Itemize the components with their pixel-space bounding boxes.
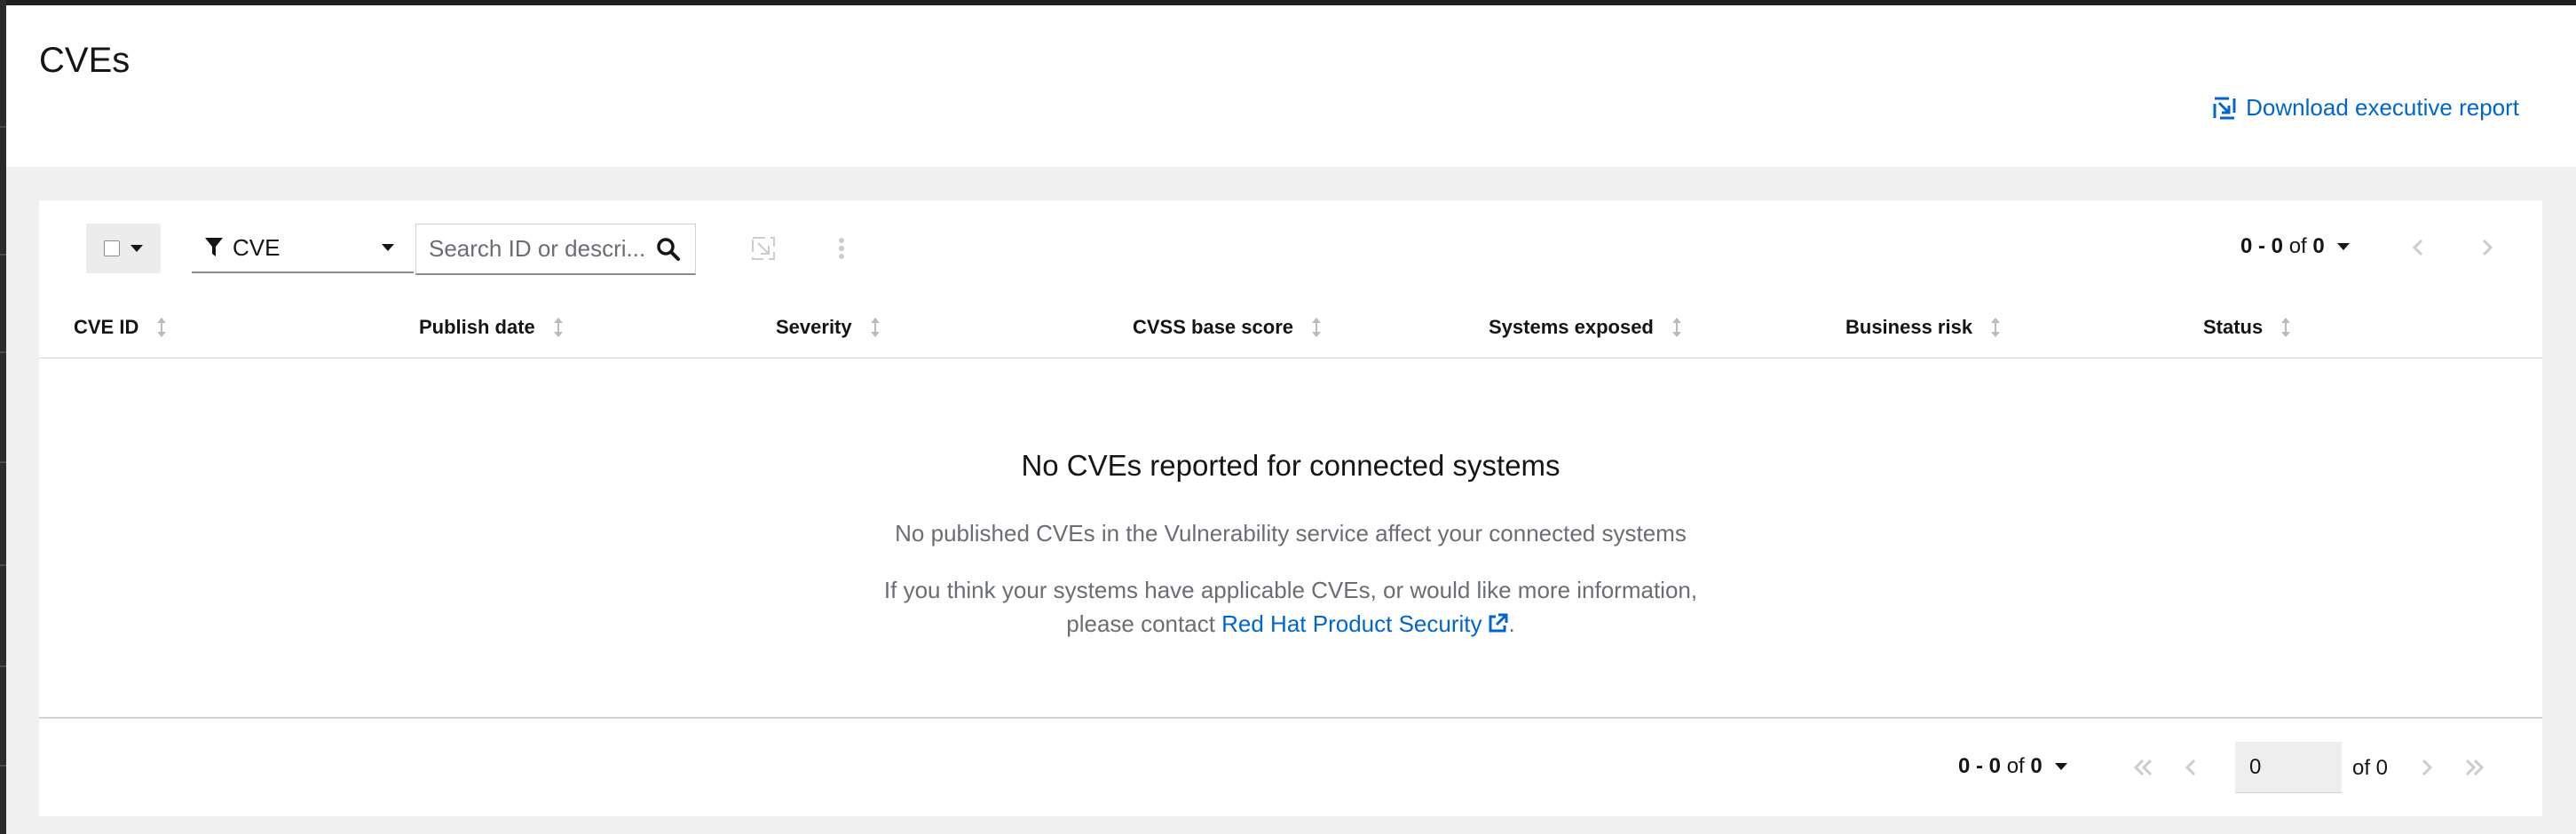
empty-state-contact: If you think your systems have applicabl… (39, 573, 2542, 641)
column-header-publish-date[interactable]: Publish date (419, 316, 565, 339)
search-input[interactable] (429, 235, 647, 263)
chevron-right-icon[interactable] (2473, 234, 2500, 261)
chevron-left-icon[interactable] (2178, 754, 2205, 781)
page-header: CVEs Download executive report (6, 5, 2576, 167)
column-label: Severity (776, 316, 852, 338)
column-label: Status (2203, 316, 2264, 338)
export-icon (2213, 97, 2236, 119)
sort-icon (1991, 318, 2001, 337)
total-pages-label: of 0 (2352, 756, 2389, 780)
red-hat-product-security-link[interactable]: Red Hat Product Security (1221, 610, 1508, 637)
export-icon[interactable] (749, 234, 778, 263)
cve-table-card: CVE 0 - 0 of 0 CVE ID Publish date (39, 201, 2542, 816)
caret-down-icon (130, 245, 143, 252)
sort-icon (870, 318, 880, 337)
empty-state-body: No published CVEs in the Vulnerability s… (39, 516, 2542, 641)
column-header-systems-exposed[interactable]: Systems exposed (1489, 316, 1684, 339)
column-label: Publish date (419, 316, 535, 338)
pagination-total: 0 (2312, 234, 2325, 258)
pagination-toggle-bottom[interactable]: 0 - 0 of 0 (1958, 754, 2067, 779)
pagination-of-label: of (2006, 754, 2025, 778)
pagination-range: 0 - 0 (2240, 234, 2284, 258)
external-link-icon (1489, 613, 1507, 633)
column-header-cve-id[interactable]: CVE ID (74, 316, 169, 339)
caret-down-icon (2336, 243, 2350, 250)
caret-down-icon (382, 244, 394, 251)
search-field[interactable] (415, 224, 696, 275)
column-header-business-risk[interactable]: Business risk (1845, 316, 2003, 339)
column-label: Systems exposed (1489, 316, 1654, 338)
page-title: CVEs (39, 41, 130, 80)
chevron-right-icon[interactable] (2413, 754, 2439, 781)
search-icon[interactable] (656, 237, 681, 262)
column-label: CVSS base score (1133, 316, 1293, 338)
sort-icon (553, 318, 563, 337)
sort-icon (1311, 318, 1321, 337)
pagination-range: 0 - 0 (1958, 754, 2002, 778)
chevron-left-icon[interactable] (2406, 234, 2432, 261)
filter-type-select[interactable]: CVE (192, 224, 414, 273)
download-label: Download executive report (2246, 94, 2519, 121)
link-label: Red Hat Product Security (1221, 610, 1482, 637)
left-frame-edge (0, 0, 6, 834)
last-page-icon[interactable] (2461, 754, 2487, 781)
column-header-cvss-base-score[interactable]: CVSS base score (1133, 316, 1324, 339)
pagination-toggle-top[interactable]: 0 - 0 of 0 (2240, 234, 2350, 259)
column-header-severity[interactable]: Severity (776, 316, 882, 339)
bulk-select-dropdown[interactable] (86, 224, 161, 273)
column-header-status[interactable]: Status (2203, 316, 2293, 339)
table-header-row: CVE ID Publish date Severity CVSS base s… (39, 302, 2542, 358)
first-page-icon[interactable] (2130, 754, 2157, 781)
empty-state-contact-line1: If you think your systems have applicabl… (883, 577, 1698, 603)
column-label: Business risk (1845, 316, 1973, 338)
kebab-menu-icon[interactable] (827, 234, 856, 263)
page-number-input[interactable] (2235, 742, 2342, 793)
sort-icon (2281, 318, 2291, 337)
select-all-checkbox[interactable] (104, 240, 120, 256)
download-executive-report-link[interactable]: Download executive report (2212, 94, 2519, 122)
empty-state-contact-suffix: . (1508, 610, 1515, 637)
sort-icon (157, 318, 167, 337)
pagination-total: 0 (2030, 754, 2043, 778)
column-label: CVE ID (74, 316, 139, 338)
empty-state-message: No published CVEs in the Vulnerability s… (895, 520, 1687, 547)
empty-state-contact-prefix: please contact (1066, 610, 1222, 637)
empty-state-title: No CVEs reported for connected systems (1021, 449, 1561, 482)
footer-divider (39, 717, 2542, 719)
pagination-of-label: of (2288, 234, 2307, 258)
filter-type-label: CVE (233, 233, 281, 261)
caret-down-icon (2054, 763, 2067, 770)
filter-icon (205, 238, 223, 256)
sort-icon (1671, 318, 1681, 337)
